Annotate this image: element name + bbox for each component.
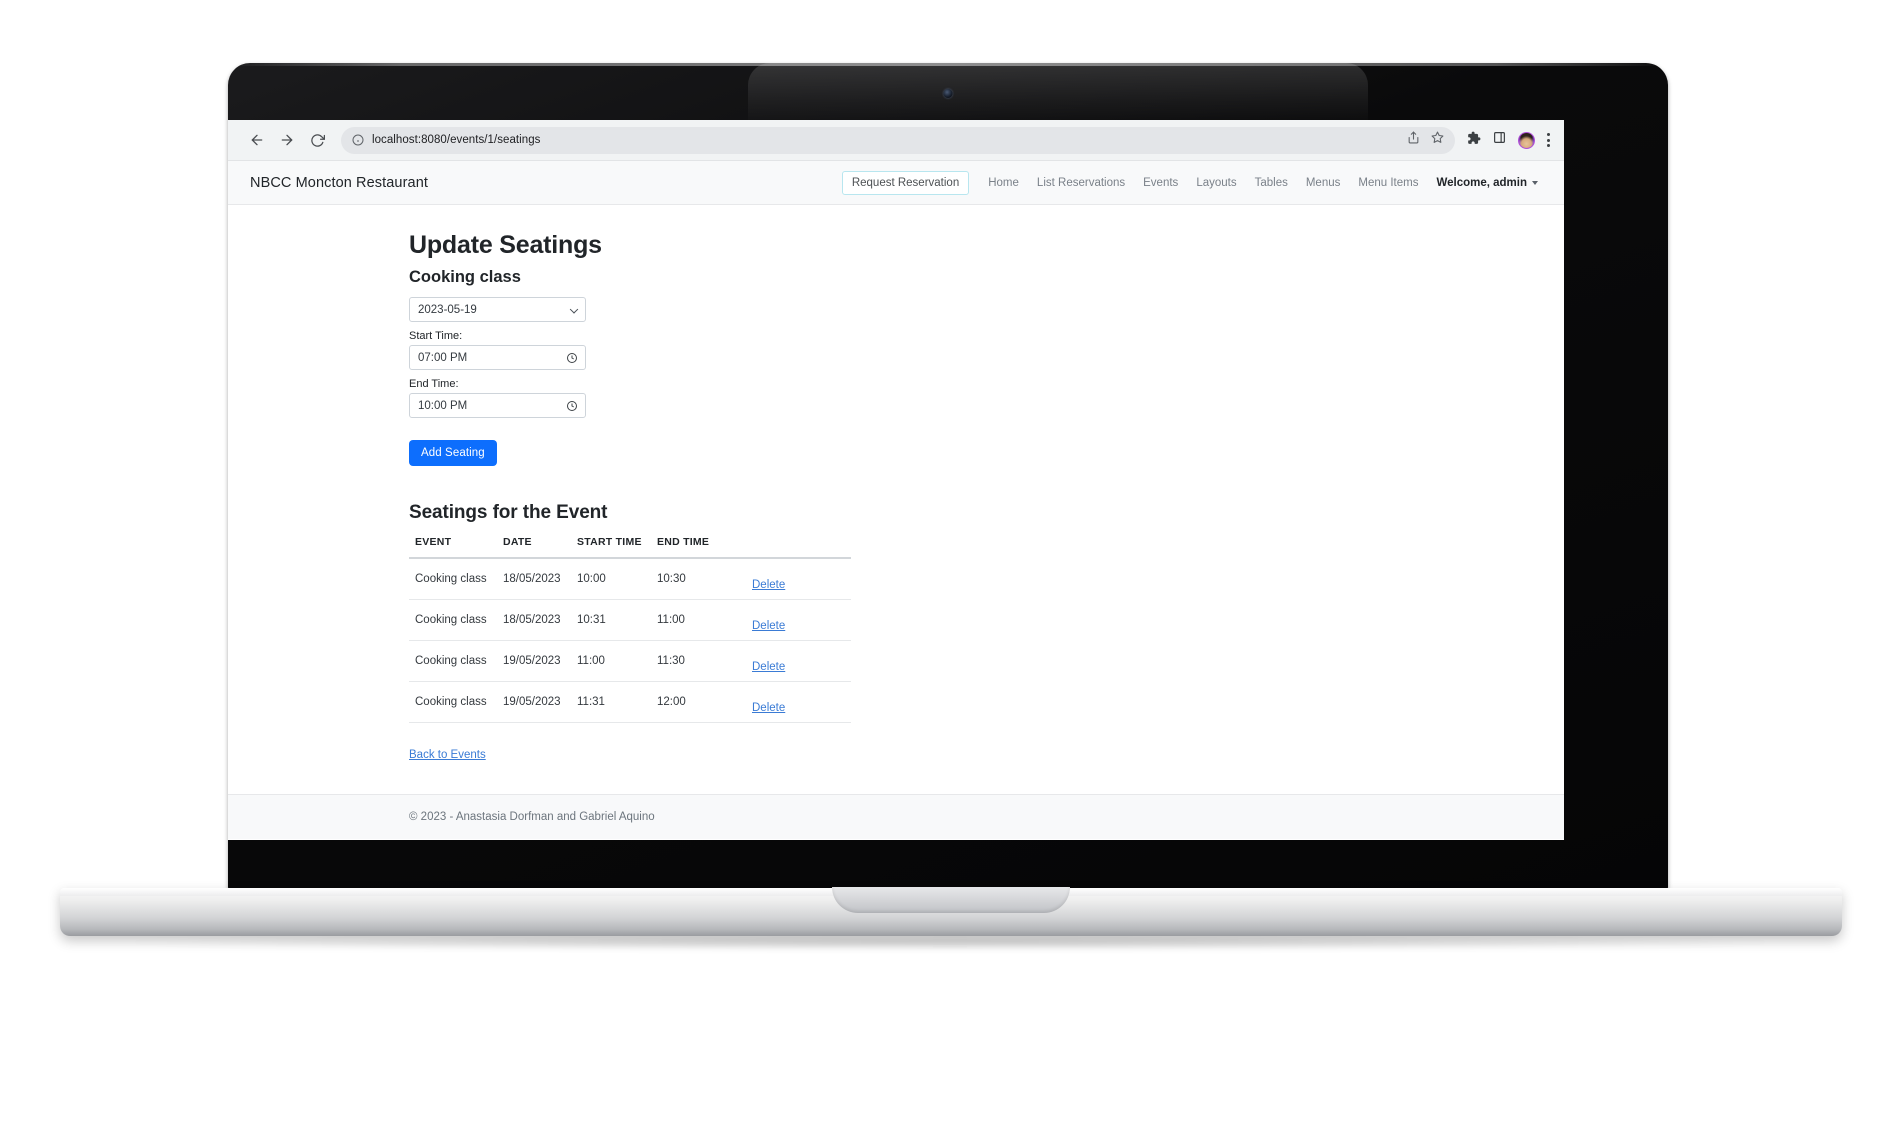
cell-event: Cooking class <box>409 599 497 641</box>
back-to-events-link[interactable]: Back to Events <box>409 749 486 761</box>
table-header: EVENT DATE START TIME END TIME <box>409 536 851 559</box>
column-header-end-time: END TIME <box>651 536 746 559</box>
table-row: Cooking class 19/05/2023 11:00 11:30 Del… <box>409 640 851 682</box>
page-body: Update Seatings Cooking class 2023-05-19… <box>228 205 1564 839</box>
kebab-menu-icon[interactable] <box>1547 133 1550 147</box>
webcam-icon <box>943 89 953 98</box>
nav-link-events[interactable]: Events <box>1134 171 1187 195</box>
cell-event: Cooking class <box>409 681 497 723</box>
site-navbar: NBCC Moncton Restaurant Request Reservat… <box>228 161 1564 205</box>
add-seating-button[interactable]: Add Seating <box>409 440 497 466</box>
table-header-row: EVENT DATE START TIME END TIME <box>409 536 851 559</box>
end-time-label: End Time: <box>409 378 459 390</box>
cell-actions: Delete <box>746 558 851 600</box>
seating-form: 2023-05-19 Start Time: End Time: <box>409 297 586 466</box>
laptop-base-notch <box>832 887 1070 913</box>
nav-link-list-reservations[interactable]: List Reservations <box>1028 171 1134 195</box>
column-header-event: EVENT <box>409 536 497 559</box>
nav-link-tables[interactable]: Tables <box>1246 171 1297 195</box>
cell-event: Cooking class <box>409 558 497 600</box>
share-icon[interactable] <box>1407 131 1420 149</box>
cell-date: 18/05/2023 <box>497 599 571 641</box>
lid-edge-highlight <box>228 63 1668 66</box>
delete-link[interactable]: Delete <box>752 620 785 632</box>
reload-icon[interactable] <box>302 125 332 155</box>
start-time-wrapper <box>409 345 586 370</box>
column-header-start-time: START TIME <box>571 536 651 559</box>
cell-end-time: 11:00 <box>651 599 746 641</box>
start-time-input[interactable] <box>409 345 586 370</box>
cell-end-time: 11:30 <box>651 640 746 682</box>
date-select[interactable]: 2023-05-19 <box>409 297 586 322</box>
browser-screen: localhost:8080/events/1/seatings NBCC Mo… <box>228 120 1564 840</box>
footer-copyright: © 2023 - Anastasia Dorfman and Gabriel A… <box>409 811 655 823</box>
column-header-actions <box>746 536 851 559</box>
star-icon[interactable] <box>1431 131 1444 149</box>
site-info-icon[interactable] <box>352 134 364 146</box>
navbar-brand[interactable]: NBCC Moncton Restaurant <box>250 175 428 191</box>
page-title: Update Seatings <box>409 231 602 259</box>
cell-start-time: 11:31 <box>571 681 651 723</box>
cell-actions: Delete <box>746 599 851 641</box>
delete-link[interactable]: Delete <box>752 702 785 714</box>
side-panel-icon[interactable] <box>1493 131 1506 149</box>
laptop-base-shadow <box>120 934 1780 950</box>
table-row: Cooking class 18/05/2023 10:31 11:00 Del… <box>409 599 851 641</box>
forward-arrow-icon[interactable] <box>272 125 302 155</box>
main-content: Update Seatings Cooking class 2023-05-19… <box>228 205 1564 763</box>
cell-date: 18/05/2023 <box>497 558 571 600</box>
column-header-date: DATE <box>497 536 571 559</box>
delete-link[interactable]: Delete <box>752 579 785 591</box>
table-body: Cooking class 18/05/2023 10:00 10:30 Del… <box>409 558 851 723</box>
back-arrow-icon[interactable] <box>242 125 272 155</box>
cell-start-time: 11:00 <box>571 640 651 682</box>
start-time-label: Start Time: <box>409 330 463 342</box>
end-time-input[interactable] <box>409 393 586 418</box>
browser-extension-icons <box>1467 131 1550 150</box>
nav-link-menu-items[interactable]: Menu Items <box>1349 171 1427 195</box>
laptop-base <box>60 887 1842 936</box>
address-bar[interactable]: localhost:8080/events/1/seatings <box>341 126 1455 154</box>
chevron-down-icon <box>1532 180 1538 185</box>
address-bar-url: localhost:8080/events/1/seatings <box>372 134 541 146</box>
end-time-wrapper <box>409 393 586 418</box>
user-menu-label: Welcome, admin <box>1436 176 1527 189</box>
laptop-mockup-scene: localhost:8080/events/1/seatings NBCC Mo… <box>0 0 1895 1139</box>
delete-link[interactable]: Delete <box>752 661 785 673</box>
date-select-wrapper: 2023-05-19 <box>409 297 586 322</box>
request-reservation-button[interactable]: Request Reservation <box>841 170 970 195</box>
browser-toolbar: localhost:8080/events/1/seatings <box>228 120 1564 161</box>
nav-link-layouts[interactable]: Layouts <box>1187 171 1245 195</box>
cell-actions: Delete <box>746 640 851 682</box>
address-bar-actions <box>1407 131 1444 149</box>
table-row: Cooking class 18/05/2023 10:00 10:30 Del… <box>409 558 851 600</box>
seatings-table: EVENT DATE START TIME END TIME Cooking c… <box>409 536 851 723</box>
cell-end-time: 12:00 <box>651 681 746 723</box>
nav-link-home[interactable]: Home <box>979 171 1028 195</box>
profile-avatar-icon[interactable] <box>1518 131 1535 149</box>
cell-event: Cooking class <box>409 640 497 682</box>
cell-start-time: 10:00 <box>571 558 651 600</box>
navbar-links: Request Reservation Home List Reservatio… <box>841 170 1542 195</box>
cell-start-time: 10:31 <box>571 599 651 641</box>
puzzle-icon[interactable] <box>1467 131 1481 150</box>
cell-end-time: 10:30 <box>651 558 746 600</box>
nav-link-menus[interactable]: Menus <box>1297 171 1350 195</box>
user-menu[interactable]: Welcome, admin <box>1427 171 1542 195</box>
cell-date: 19/05/2023 <box>497 681 571 723</box>
seatings-table-title: Seatings for the Event <box>409 502 608 523</box>
cell-actions: Delete <box>746 681 851 723</box>
cell-date: 19/05/2023 <box>497 640 571 682</box>
table-row: Cooking class 19/05/2023 11:31 12:00 Del… <box>409 681 851 723</box>
event-name-heading: Cooking class <box>409 268 521 286</box>
site-footer: © 2023 - Anastasia Dorfman and Gabriel A… <box>228 794 1564 839</box>
